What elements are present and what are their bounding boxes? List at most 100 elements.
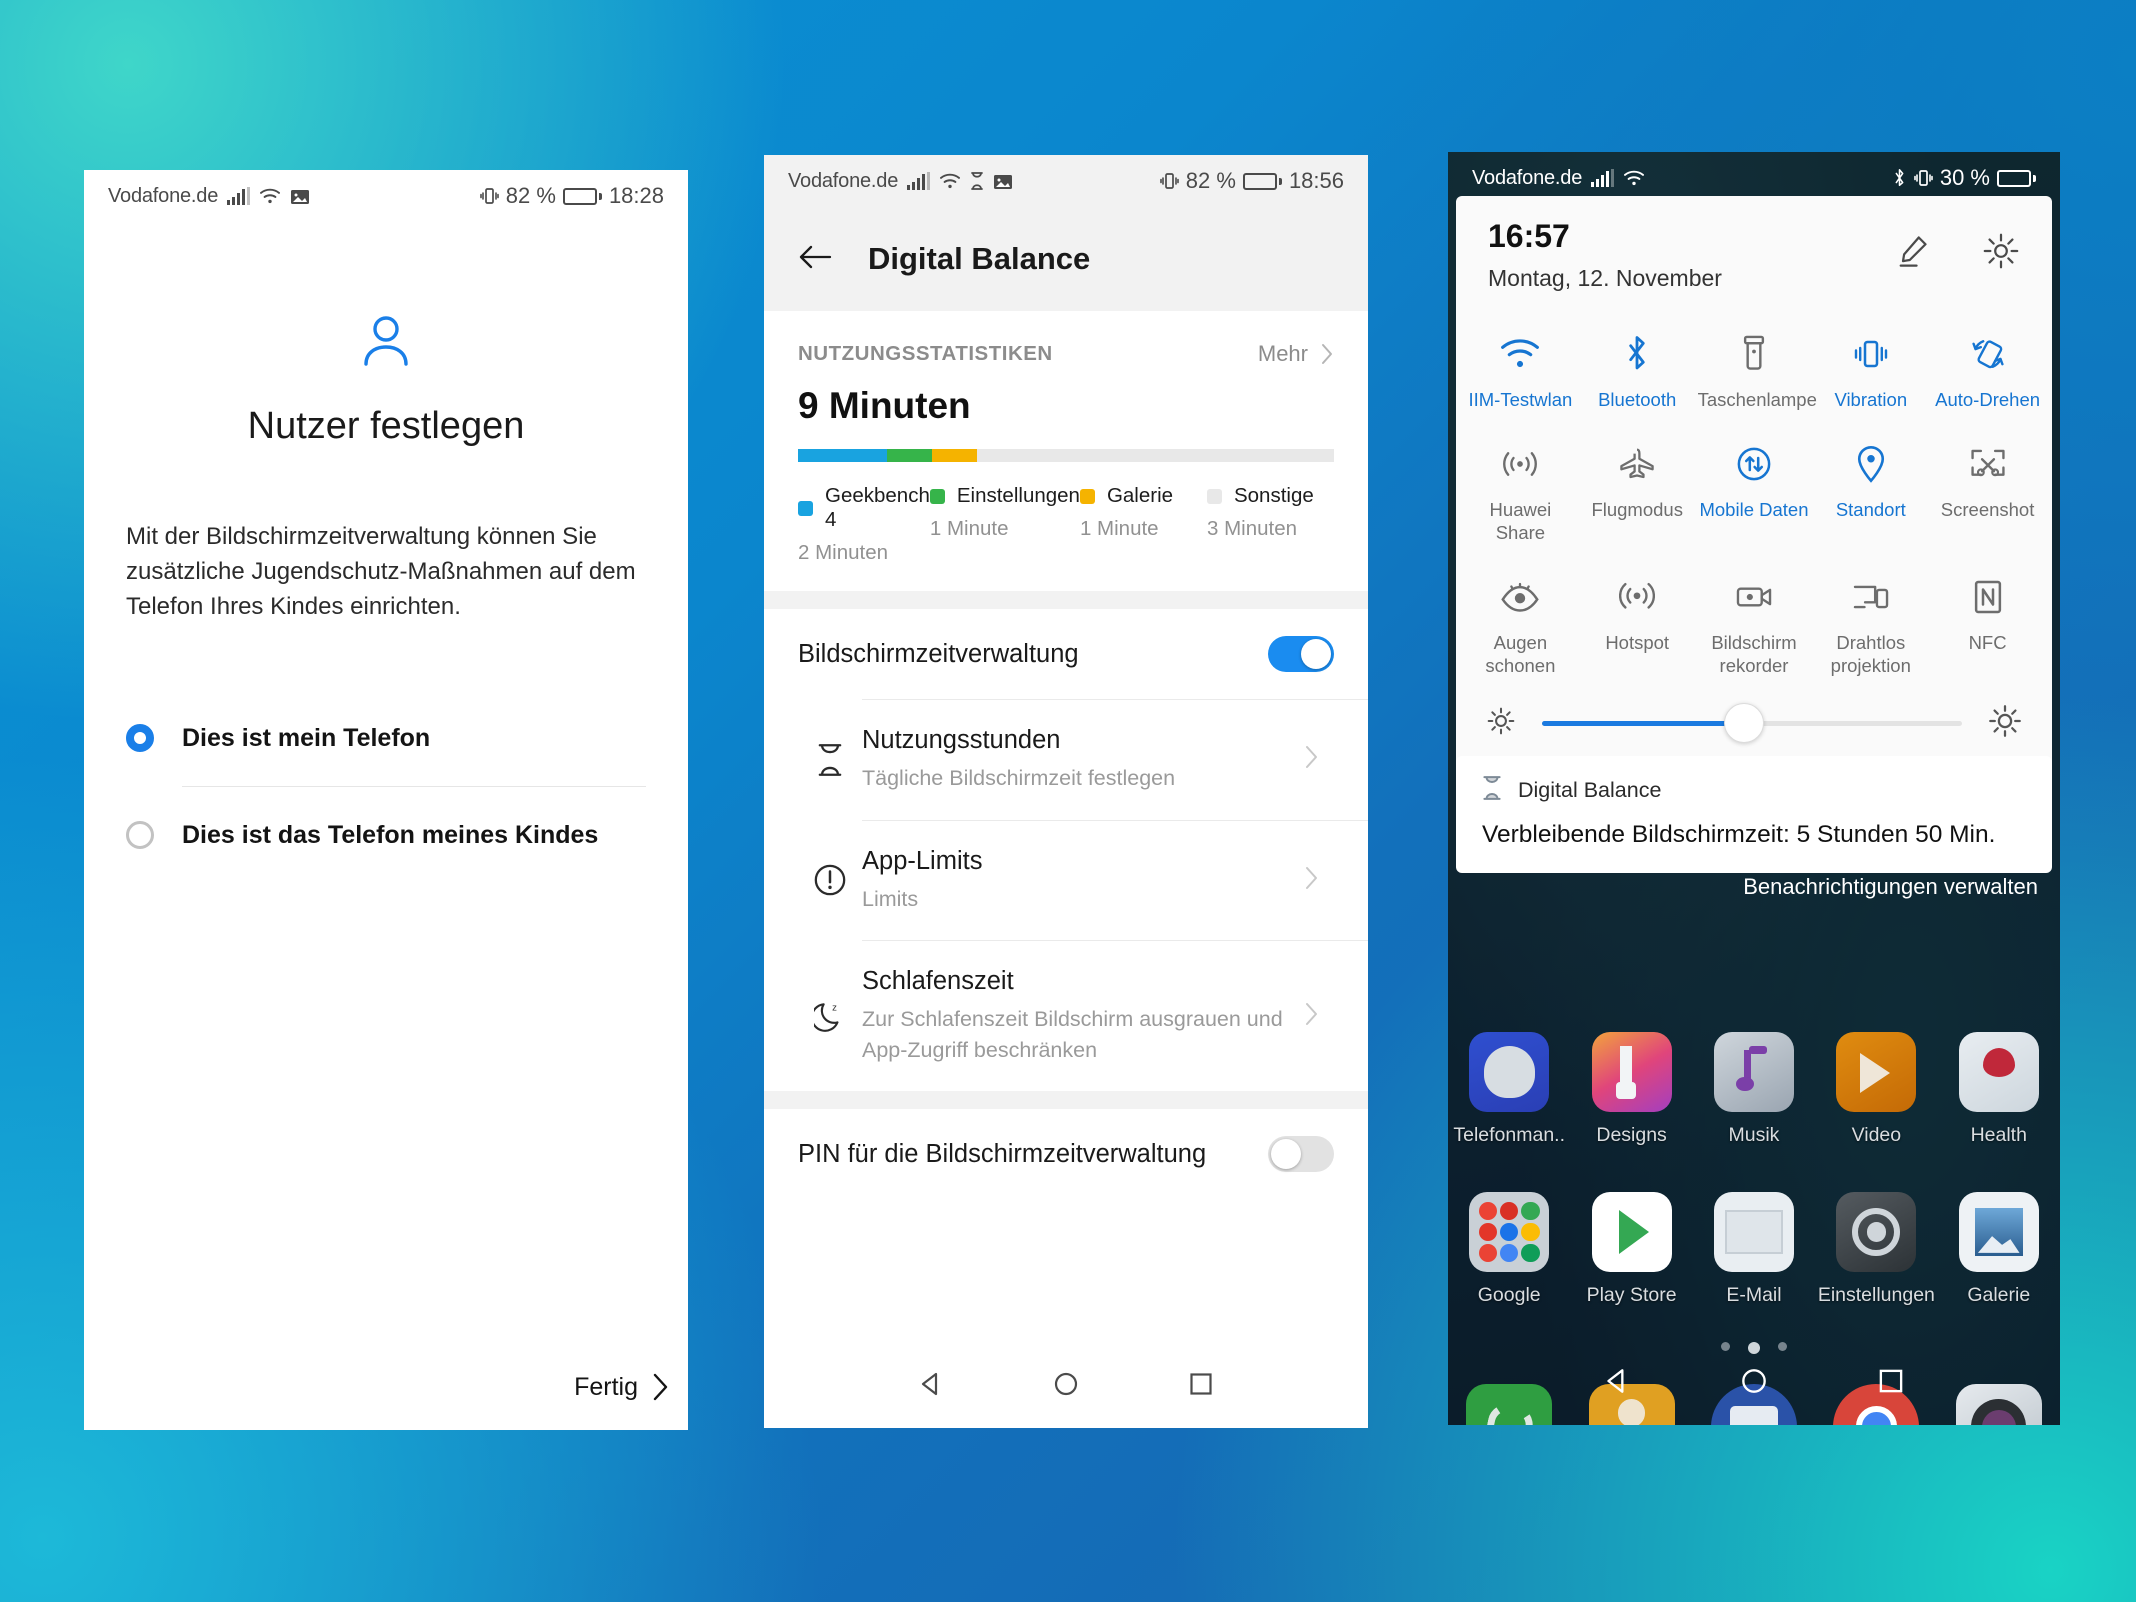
qs-tile-bildschirm-rekorder[interactable]: Bildschirm rekorder [1696,561,1813,694]
cast-icon [1814,575,1927,619]
chevron-right-icon [1304,744,1334,775]
status-bar: Vodafone.de 30 % [1448,152,2060,204]
screenshot-icon [1931,442,2044,486]
radio-button-unselected[interactable] [126,821,154,850]
qs-tile-bluetooth[interactable]: Bluetooth [1579,318,1696,428]
qs-tile-drahtlos-projektion[interactable]: Drahtlos projektion [1812,561,1929,694]
video-icon [1836,1032,1917,1112]
home-app-play-store[interactable]: Play Store [1570,1192,1692,1307]
mobile-data-icon [1698,442,1811,486]
pencil-icon[interactable] [1894,233,1930,274]
screen-time-management-label: Bildschirmzeitverwaltung [798,639,1079,668]
clock-label: 18:56 [1288,168,1344,193]
home-app-einstellungen[interactable]: Einstellungen [1815,1192,1937,1307]
health-icon [1958,1032,2039,1112]
qs-tile-augen-schonen[interactable]: Augen schonen [1462,561,1579,694]
qs-tile-mobile-daten[interactable]: Mobile Daten [1696,428,1813,561]
chevron-right-icon [653,1373,668,1401]
home-app-musik[interactable]: Musik [1693,1032,1815,1147]
list-item-app-limits[interactable]: App-Limits Limits [764,820,1368,941]
pin-screen-time-toggle[interactable] [1268,1136,1334,1173]
done-button[interactable]: Fertig [574,1372,670,1402]
home-app-label: E-Mail [1726,1284,1782,1306]
qs-tile-auto-drehen[interactable]: Auto-Drehen [1929,318,2046,428]
carrier-label: Vodafone.de [788,169,899,192]
radio-button-selected[interactable] [126,724,154,753]
brightness-slider-row[interactable] [1456,694,2052,744]
gear-icon[interactable] [1982,232,2020,275]
status-bar: Vodafone.de 82 % 18:28 [84,170,688,222]
radio-option-child-phone[interactable]: Dies ist das Telefon meines Kindes [126,787,646,883]
back-arrow-icon[interactable] [798,244,832,275]
home-icon[interactable] [1051,1369,1081,1404]
list-item-subtitle: Tägliche Bildschirmzeit festlegen [862,766,1176,790]
qs-tile-nfc[interactable]: NFC [1929,561,2046,694]
hourglass-icon [798,743,862,777]
eye-comfort-icon [1464,575,1577,619]
chevron-right-icon [1304,1001,1334,1032]
list-item-bedtime[interactable]: z Schlafenszeit Zur Schlafenszeit Bildsc… [764,941,1368,1092]
usage-legend-item: Geekbench 4 2 Minuten [798,484,930,565]
home-app-google[interactable]: Google [1448,1192,1570,1307]
notification-digital-balance[interactable]: Digital Balance Verbleibende Bildschirmz… [1456,756,2052,873]
qs-tile-label: Vibration [1834,389,1908,410]
home-app-label: Musik [1728,1124,1780,1146]
qs-tile-label: Hotspot [1605,631,1670,653]
back-icon[interactable] [1601,1365,1633,1402]
manage-notifications-link[interactable]: Benachrichtigungen verwalten [1743,874,2038,900]
notification-app-name: Digital Balance [1518,778,1662,802]
qs-tile-label: Drahtlos projektion [1830,631,1911,676]
pin-screen-time-row[interactable]: PIN für die Bildschirmzeitverwaltung [764,1109,1368,1200]
recents-icon[interactable] [1186,1369,1216,1404]
phone-screen-digital-balance: Vodafone.de 82 % 18:56 Digital Balance N… [764,155,1368,1428]
recents-icon[interactable] [1875,1365,1907,1402]
list-item-text: Nutzungsstunden Tägliche Bildschirmzeit … [862,700,1304,820]
image-icon [994,174,1013,189]
home-app-e-mail[interactable]: E-Mail [1693,1192,1815,1307]
home-app-label: Einstellungen [1817,1284,1935,1306]
radio-option-own-phone[interactable]: Dies ist mein Telefon [126,690,646,786]
legend-label: Einstellungen [956,484,1080,507]
list-item-title: Schlafenszeit [862,967,1014,996]
qs-tile-standort[interactable]: Standort [1812,428,1929,561]
auto-rotate-icon [1931,332,2044,376]
signal-icon [907,172,931,190]
home-app-galerie[interactable]: Galerie [1938,1192,2060,1307]
status-bar-left: Vodafone.de [788,170,1013,193]
back-icon[interactable] [916,1369,946,1404]
qs-tile-screenshot[interactable]: Screenshot [1929,428,2046,561]
brightness-slider[interactable] [1542,703,1962,744]
themes-icon [1591,1032,1672,1112]
qs-tile-huawei-share[interactable]: Huawei Share [1462,428,1579,561]
quick-settings-header: 16:57 Montag, 12. November [1456,218,2052,292]
qs-tile-iim-testwlan[interactable]: IIM-Testwlan [1462,318,1579,428]
total-usage-value: 9 Minuten [798,385,971,426]
home-icon[interactable] [1738,1365,1770,1402]
list-item-text: App-Limits Limits [862,821,1304,941]
home-app-health[interactable]: Health [1938,1032,2060,1147]
phone-screen-user-setup: Vodafone.de 82 % 18:28 Nutzer festlegen … [84,170,688,1430]
home-app-telefonman-[interactable]: Telefonman.. [1448,1032,1570,1147]
more-button[interactable]: Mehr [1258,341,1334,367]
qs-tile-label: NFC [1968,631,2007,653]
qs-tile-taschenlampe[interactable]: Taschenlampe [1696,318,1817,428]
list-item-usage-hours[interactable]: Nutzungsstunden Tägliche Bildschirmzeit … [764,700,1368,820]
section-label: NUTZUNGSSTATISTIKEN [798,342,1053,365]
vibrate-icon [1814,332,1927,376]
home-app-video[interactable]: Video [1815,1032,1937,1147]
screen-time-management-toggle[interactable] [1268,636,1334,672]
battery-icon [1242,172,1282,190]
pin-screen-time-label: PIN für die Bildschirmzeitverwaltung [798,1139,1207,1168]
done-button-label: Fertig [574,1372,638,1401]
qs-tile-vibration[interactable]: Vibration [1812,318,1929,428]
list-item-text: Schlafenszeit Zur Schlafenszeit Bildschi… [862,941,1304,1091]
signal-icon [1591,169,1615,187]
exclamation-circle-icon [798,863,862,897]
screen-time-management-row[interactable]: Bildschirmzeitverwaltung [764,609,1368,699]
home-app-label: Video [1851,1124,1902,1146]
qs-tile-hotspot[interactable]: Hotspot [1579,561,1696,694]
legend-value: 2 Minuten [798,541,889,564]
page-title: Digital Balance [868,241,1091,276]
qs-tile-flugmodus[interactable]: Flugmodus [1579,428,1696,561]
home-app-designs[interactable]: Designs [1570,1032,1692,1147]
